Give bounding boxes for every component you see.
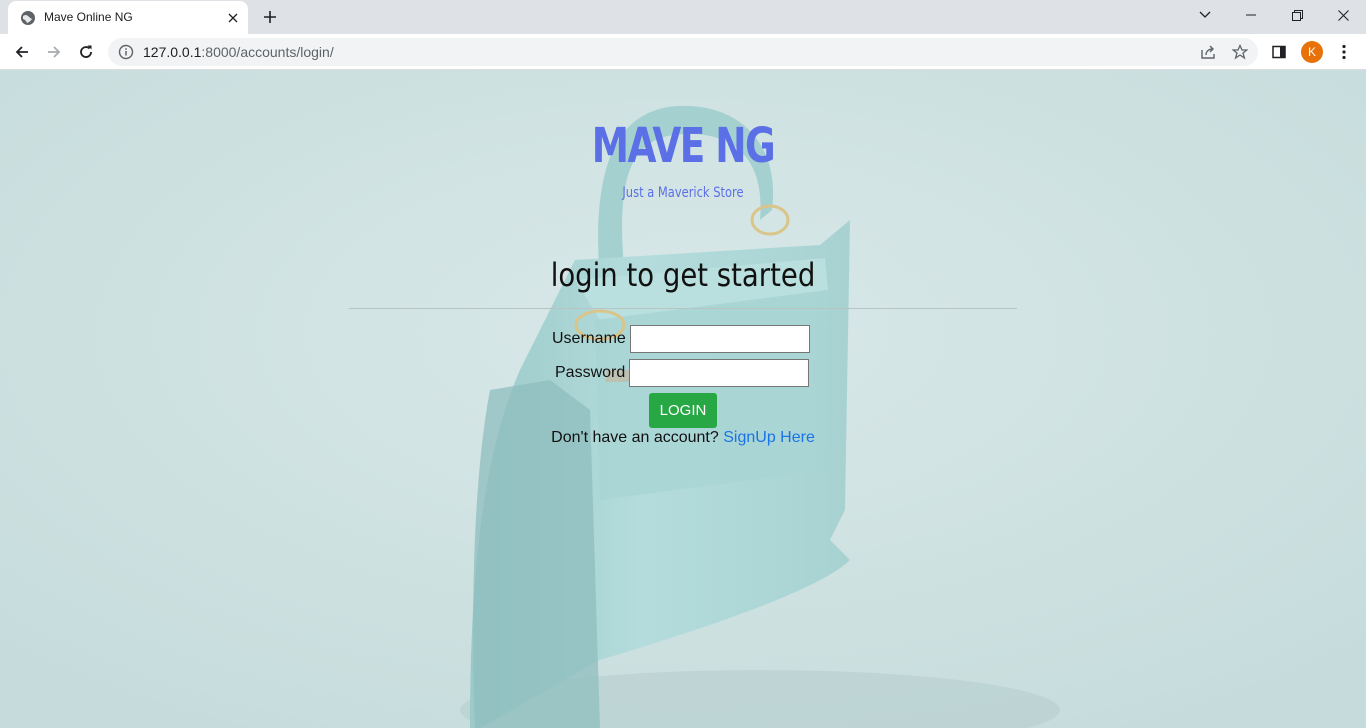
tab-title: Mave Online NG — [44, 10, 133, 24]
menu-kebab-icon[interactable] — [1330, 38, 1358, 66]
side-panel-icon[interactable] — [1265, 38, 1293, 66]
bookmark-star-icon[interactable] — [1230, 42, 1250, 62]
login-button[interactable]: LOGIN — [649, 393, 717, 428]
username-row: Username — [552, 325, 810, 353]
password-label: Password — [555, 364, 626, 381]
address-bar[interactable]: 127.0.0.1:8000/accounts/login/ — [108, 38, 1258, 66]
browser-toolbar: 127.0.0.1:8000/accounts/login/ K — [0, 34, 1366, 70]
share-icon[interactable] — [1198, 42, 1218, 62]
url-host: 127.0.0.1 — [143, 44, 202, 60]
profile-avatar[interactable]: K — [1301, 41, 1323, 63]
signup-link[interactable]: SignUp Here — [723, 429, 815, 446]
tab-search-icon[interactable] — [1182, 0, 1228, 30]
forward-icon[interactable] — [40, 38, 68, 66]
close-tab-icon[interactable] — [224, 9, 242, 27]
signup-prompt: Don't have an account? SignUp Here — [0, 429, 1366, 447]
minimize-icon[interactable] — [1228, 0, 1274, 30]
url-text: 127.0.0.1:8000/accounts/login/ — [143, 44, 334, 60]
page-heading: login to get started — [550, 256, 816, 294]
page-viewport: MAVE NG Just a Maverick Store login to g… — [0, 70, 1366, 728]
new-tab-icon[interactable] — [258, 6, 282, 28]
heading-divider — [349, 308, 1017, 309]
reload-icon[interactable] — [72, 38, 100, 66]
password-input[interactable] — [629, 359, 810, 387]
username-label: Username — [552, 330, 626, 347]
signup-prompt-text: Don't have an account? — [551, 429, 719, 446]
tab-strip: Mave Online NG — [0, 0, 1366, 34]
username-input[interactable] — [629, 325, 810, 353]
globe-icon — [20, 10, 36, 26]
restore-icon[interactable] — [1274, 0, 1320, 30]
url-path: :8000/accounts/login/ — [201, 44, 334, 60]
browser-tab[interactable]: Mave Online NG — [8, 1, 248, 34]
site-info-icon[interactable] — [118, 44, 134, 60]
close-window-icon[interactable] — [1320, 0, 1366, 30]
brand-tagline: Just a Maverick Store — [622, 185, 744, 201]
back-icon[interactable] — [8, 38, 36, 66]
password-row: Password — [555, 359, 810, 387]
brand-title: MAVE NG — [591, 118, 776, 174]
